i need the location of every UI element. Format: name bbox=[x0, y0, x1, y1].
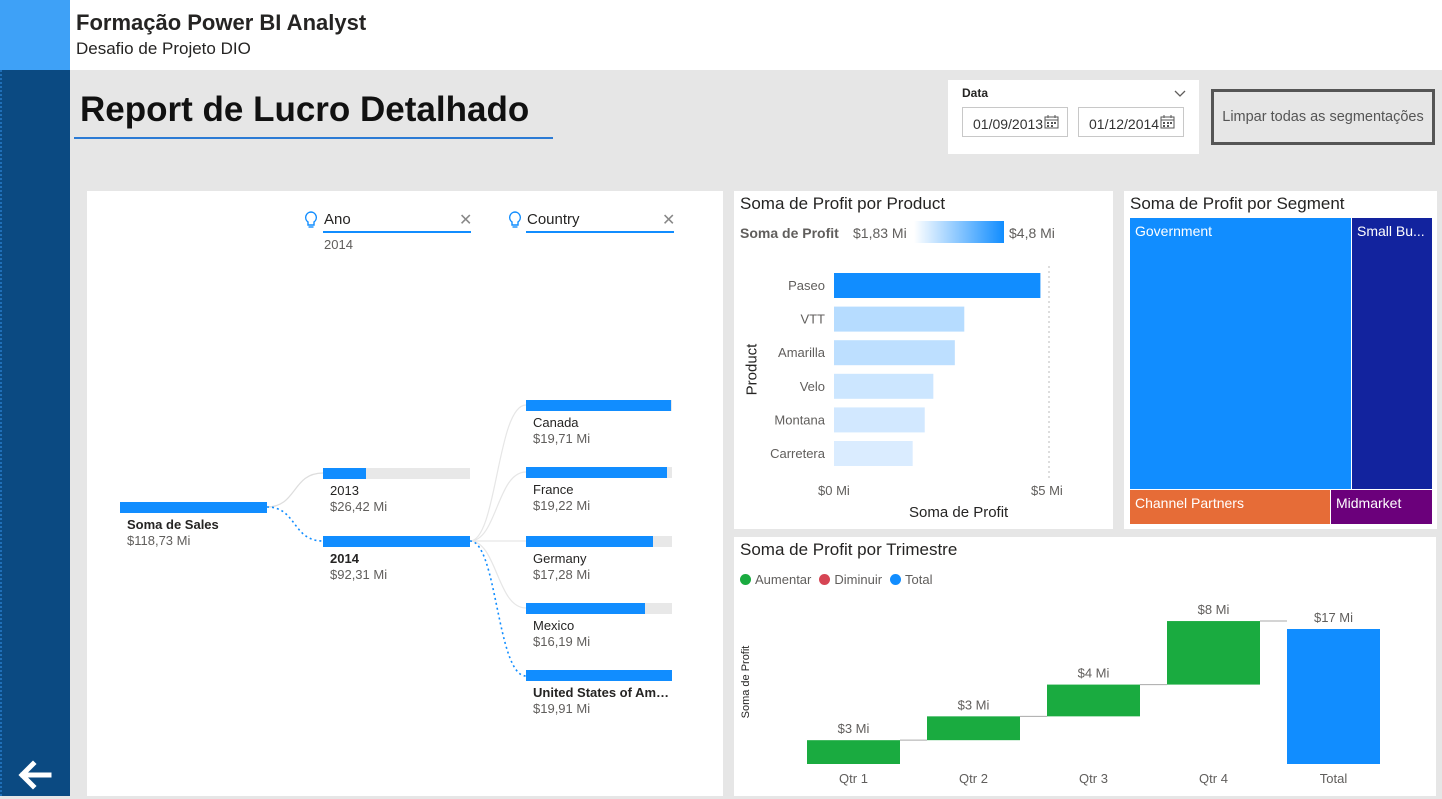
year-value: $92,31 Mi bbox=[330, 567, 388, 582]
x-tick-label: Qtr 2 bbox=[959, 771, 988, 786]
y-tick-label: Montana bbox=[774, 412, 825, 427]
treemap-cell-channel-partners[interactable]: Channel Partners bbox=[1130, 490, 1330, 524]
report-title: Report de Lucro Detalhado bbox=[80, 90, 530, 129]
back-arrow-icon[interactable] bbox=[16, 756, 54, 794]
y-tick-label: Velo bbox=[800, 379, 825, 394]
bar-plot-area: Paseo VTT Amarilla Velo Montana Carretera bbox=[770, 266, 1050, 479]
x-axis-title: Soma de Profit bbox=[909, 504, 1009, 521]
x-tick-min: $0 Mi bbox=[818, 483, 850, 498]
header-bar: Formação Power BI Analyst Desafio de Pro… bbox=[70, 0, 1442, 70]
profit-by-product-chart: Soma de Profit por Product Soma de Profi… bbox=[734, 191, 1113, 529]
country-value: $19,22 Mi bbox=[533, 498, 591, 513]
waterfall-bar[interactable] bbox=[1047, 684, 1140, 717]
chevron-down-icon[interactable] bbox=[1174, 86, 1186, 97]
date-end-value: 01/12/2014 bbox=[1089, 116, 1160, 132]
app-subtitle: Desafio de Projeto DIO bbox=[76, 39, 251, 58]
country-label: Canada bbox=[533, 415, 579, 430]
bar[interactable] bbox=[834, 407, 925, 433]
root-value: $118,73 Mi bbox=[127, 533, 191, 548]
waterfall-bar[interactable] bbox=[1287, 629, 1380, 764]
waterfall-plot-area: $3 Mi Qtr 1 $3 Mi Qtr 2 $4 Mi Qtr 3 $8 Mi Qtr 4… bbox=[807, 602, 1380, 786]
date-slicer-label: Data bbox=[962, 86, 989, 100]
y-tick-label: Carretera bbox=[770, 446, 826, 461]
bar[interactable] bbox=[834, 340, 955, 366]
x-tick-label: Qtr 3 bbox=[1079, 771, 1108, 786]
country-bar[interactable] bbox=[526, 400, 671, 411]
x-tick-label: Total bbox=[1320, 771, 1348, 786]
root-bar[interactable] bbox=[120, 502, 267, 513]
data-label: $8 Mi bbox=[1198, 602, 1230, 617]
y-tick-label: Amarilla bbox=[778, 345, 826, 360]
country-value: $19,71 Mi bbox=[533, 431, 591, 446]
y-axis-title: Product bbox=[743, 343, 761, 396]
country-label: France bbox=[533, 482, 574, 497]
treemap-cell-midmarket[interactable]: Midmarket bbox=[1331, 490, 1432, 524]
treemap-cell-small-business[interactable]: Small Bu... bbox=[1352, 218, 1432, 489]
waterfall-bar[interactable] bbox=[927, 716, 1020, 741]
calendar-icon bbox=[1160, 115, 1175, 129]
bar[interactable] bbox=[834, 273, 1041, 298]
year-bar[interactable] bbox=[323, 536, 470, 547]
date-start-value: 01/09/2013 bbox=[973, 116, 1044, 132]
date-start-input[interactable]: 01/09/2013 bbox=[962, 107, 1068, 137]
calendar-icon bbox=[1044, 115, 1059, 129]
root-label: Soma de Sales bbox=[127, 517, 219, 532]
chart-title: Soma de Profit por Segment bbox=[1130, 194, 1345, 213]
y-tick-label: VTT bbox=[800, 312, 825, 327]
waterfall-bar[interactable] bbox=[1167, 621, 1260, 685]
country-label: United States of Am… bbox=[533, 685, 670, 700]
data-label: $17 Mi bbox=[1314, 610, 1353, 625]
bar[interactable] bbox=[834, 441, 913, 466]
waterfall-bar[interactable] bbox=[807, 740, 900, 764]
country-label: Germany bbox=[533, 551, 587, 566]
year-label: 2013 bbox=[330, 483, 359, 498]
decomposition-tree: Ano ✕ 2014 Country ✕ Soma de Sales $118,… bbox=[87, 191, 723, 796]
bar[interactable] bbox=[834, 373, 934, 399]
year-bar[interactable] bbox=[323, 468, 366, 479]
country-label: Mexico bbox=[533, 618, 575, 633]
left-rail bbox=[0, 70, 70, 796]
clear-slicers-button[interactable]: Limpar todas as segmentações bbox=[1211, 89, 1435, 145]
country-bar[interactable] bbox=[526, 536, 653, 547]
data-label: $3 Mi bbox=[958, 697, 990, 712]
x-tick-label: Qtr 1 bbox=[839, 771, 868, 786]
country-bar[interactable] bbox=[526, 603, 645, 614]
profit-by-quarter-waterfall: Soma de Profit por Trimestre Aumentar Di… bbox=[734, 537, 1436, 796]
year-value: $26,42 Mi bbox=[330, 499, 388, 514]
treemap-cell-government[interactable]: Government bbox=[1130, 218, 1351, 489]
bar[interactable] bbox=[834, 306, 965, 332]
data-label: $4 Mi bbox=[1078, 666, 1110, 681]
country-value: $17,28 Mi bbox=[533, 567, 591, 582]
x-tick-label: Qtr 4 bbox=[1199, 771, 1228, 786]
date-end-input[interactable]: 01/12/2014 bbox=[1078, 107, 1184, 137]
country-bar[interactable] bbox=[526, 670, 672, 681]
date-slicer: Data 01/09/2013 01/12/2014 bbox=[948, 80, 1199, 154]
country-value: $19,91 Mi bbox=[533, 701, 591, 716]
rail-accent bbox=[0, 0, 70, 70]
x-tick-max: $5 Mi bbox=[1031, 483, 1063, 498]
app-title: Formação Power BI Analyst bbox=[76, 10, 367, 35]
tree-connectors bbox=[266, 404, 527, 677]
year-label: 2014 bbox=[330, 551, 359, 566]
data-label: $3 Mi bbox=[838, 721, 870, 736]
profit-by-segment-treemap: Soma de Profit por Segment Government Sm… bbox=[1124, 191, 1437, 529]
y-tick-label: Paseo bbox=[788, 278, 825, 293]
country-value: $16,19 Mi bbox=[533, 634, 591, 649]
title-underline bbox=[74, 137, 553, 139]
country-bar[interactable] bbox=[526, 467, 667, 478]
